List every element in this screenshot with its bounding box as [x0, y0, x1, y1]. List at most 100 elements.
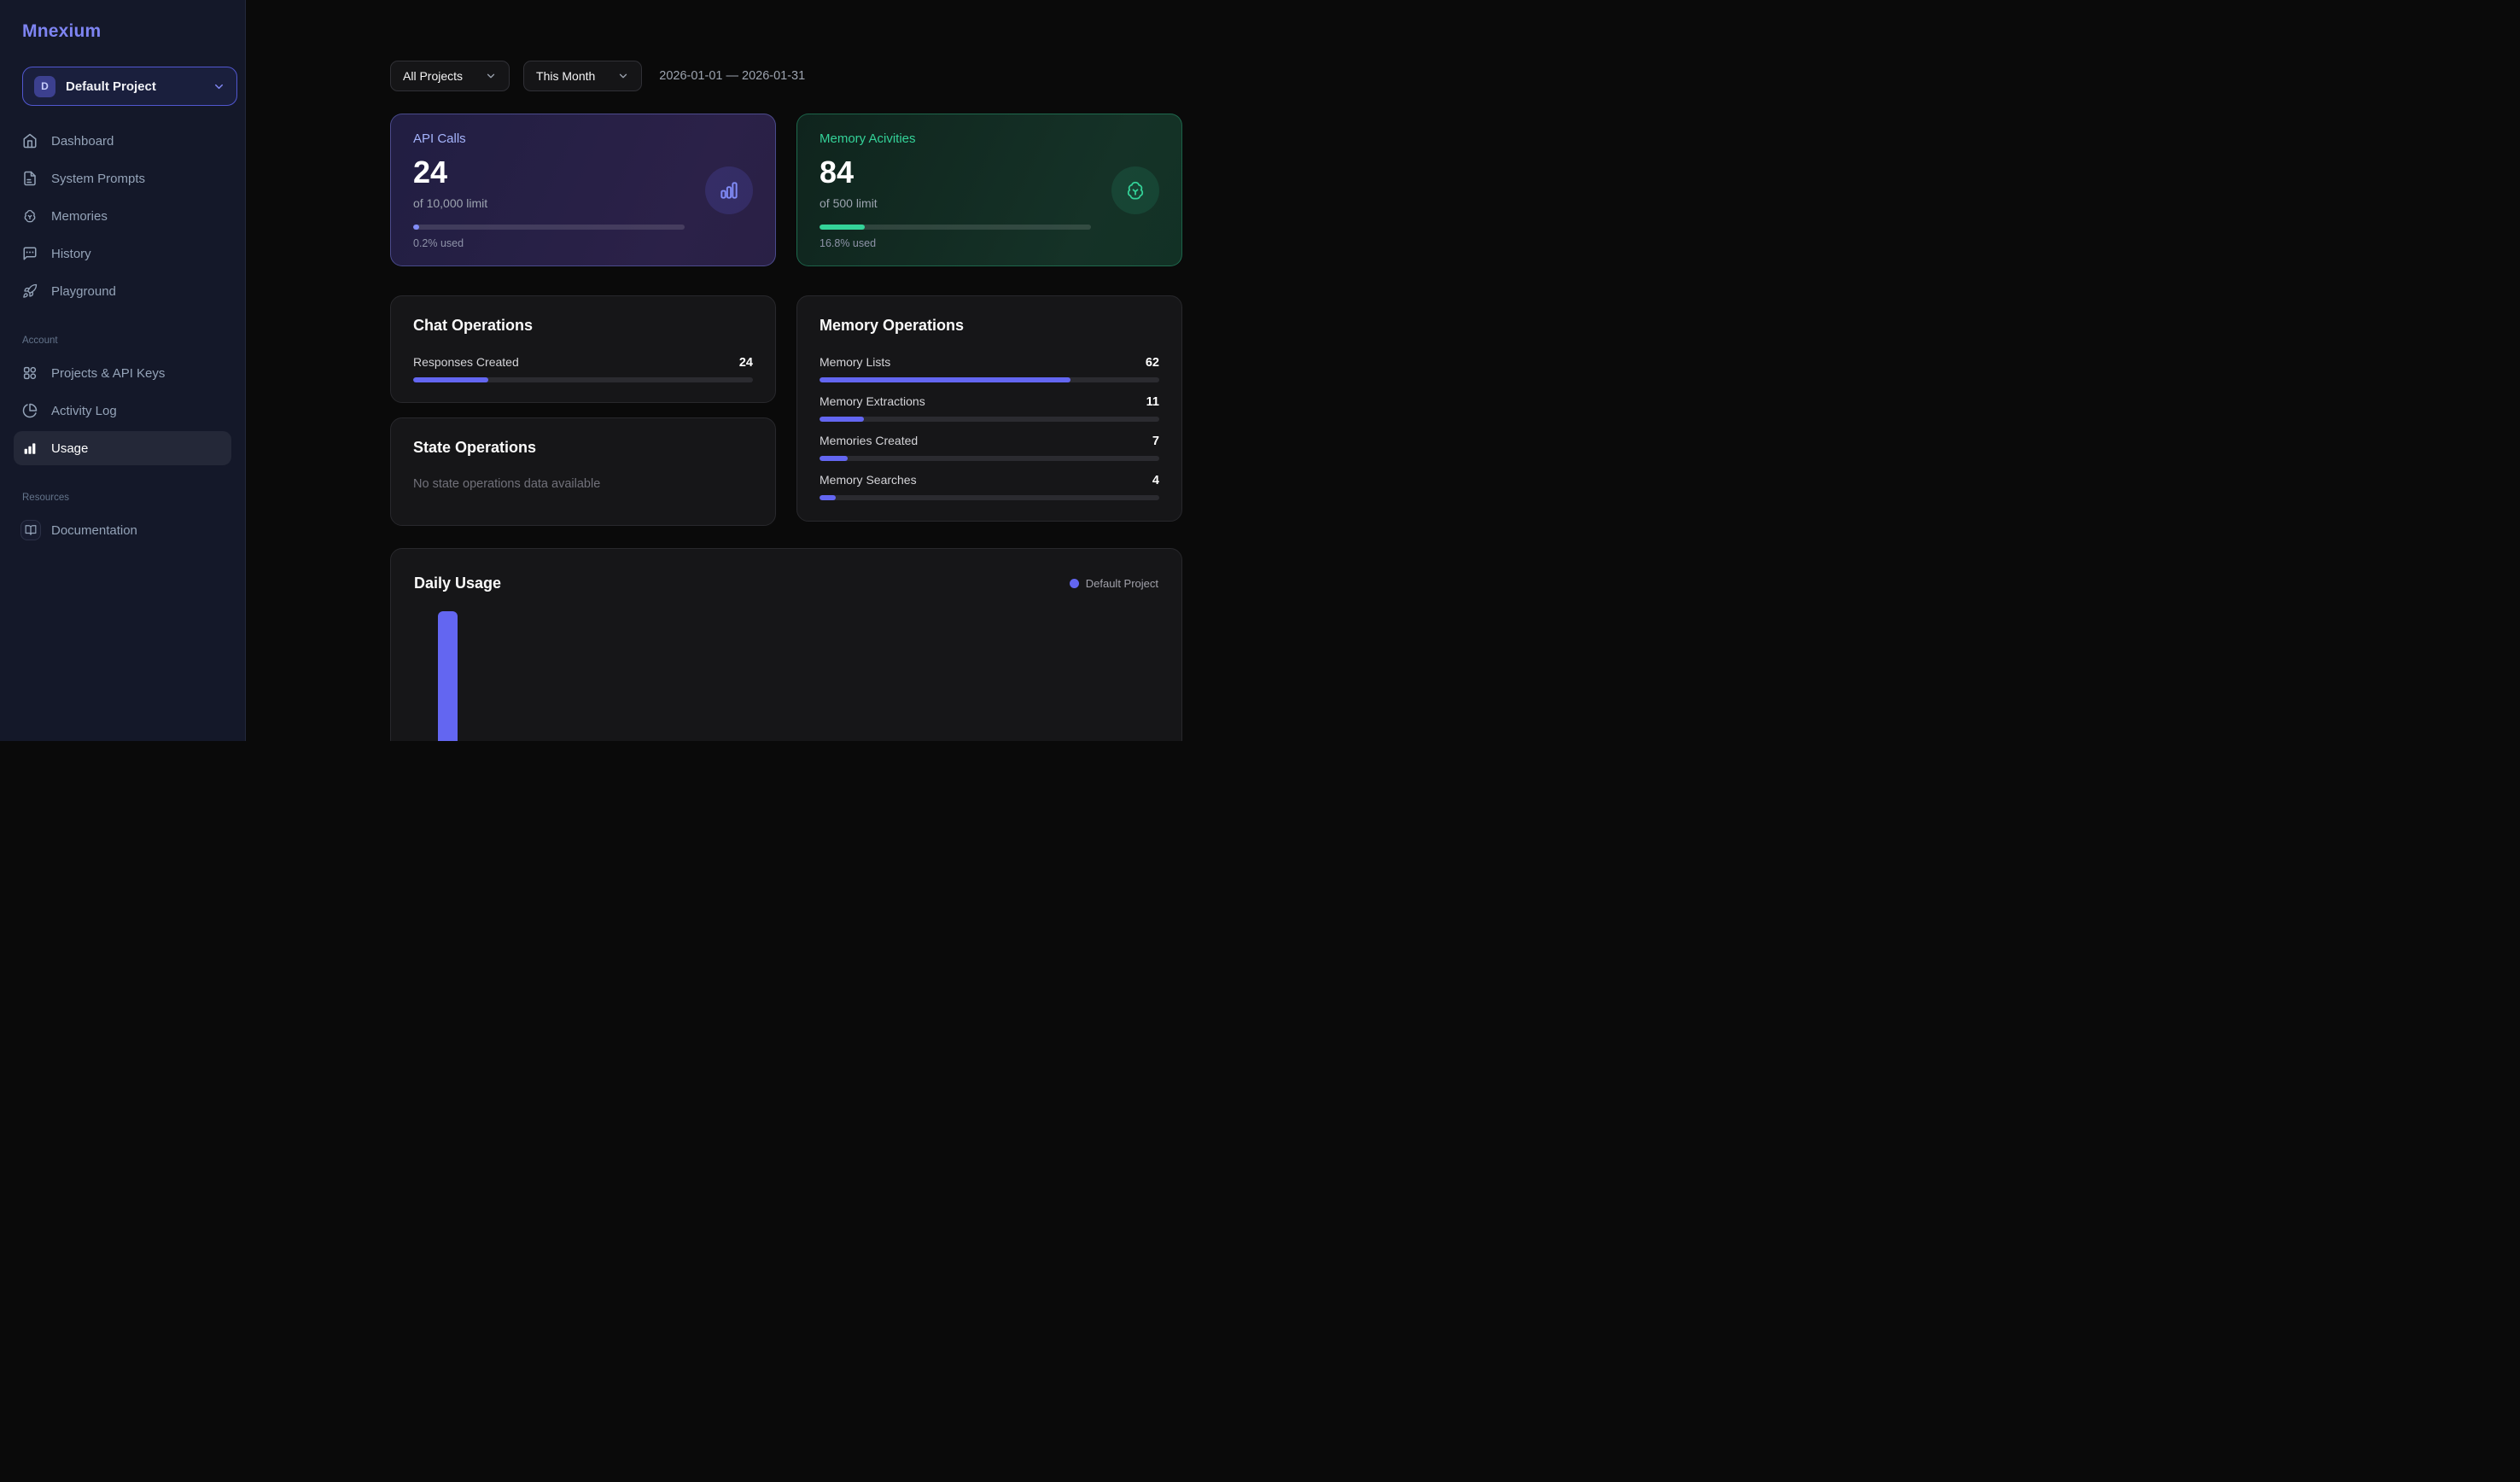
- memory-activities-card: Memory Acivities 84 of 500 limit 16.8% u…: [796, 114, 1182, 266]
- app-window: Mnexium D Default Project Dashboard Syst…: [0, 0, 1260, 741]
- stat-progress-track: [820, 377, 1159, 382]
- message-square-icon: [22, 246, 38, 261]
- project-selector-label: Default Project: [66, 79, 213, 94]
- sidebar-item-label: Activity Log: [51, 404, 117, 418]
- chart-legend: Default Project: [1070, 577, 1158, 590]
- sidebar-section-account: Account: [22, 335, 231, 346]
- pie-chart-icon: [22, 403, 38, 418]
- daily-usage-bar: [438, 611, 458, 741]
- sidebar-item-documentation[interactable]: Documentation: [14, 513, 231, 547]
- sidebar-item-label: Usage: [51, 441, 88, 456]
- api-calls-percent-label: 0.2% used: [413, 237, 685, 249]
- api-calls-card: API Calls 24 of 10,000 limit 0.2% used: [390, 114, 776, 266]
- stat-label: Memories Created: [820, 434, 918, 447]
- usage-page: All Projects This Month 2026-01-01 — 202…: [390, 61, 1182, 741]
- sidebar-item-label: Documentation: [51, 523, 137, 538]
- stat-label: Memory Searches: [820, 473, 917, 487]
- operations-section: Chat Operations Responses Created 24: [390, 295, 1182, 526]
- chevron-down-icon: [617, 70, 629, 82]
- stat-progress-track: [820, 456, 1159, 461]
- book-open-icon: [20, 520, 41, 540]
- date-range-label: 2026-01-01 — 2026-01-31: [659, 69, 805, 83]
- stat-progress-fill: [413, 377, 488, 382]
- sidebar-item-activity-log[interactable]: Activity Log: [14, 394, 231, 428]
- chat-operations-title: Chat Operations: [413, 317, 753, 335]
- memory-activities-title: Memory Acivities: [820, 131, 1091, 146]
- chevron-down-icon: [485, 70, 497, 82]
- stat-progress-fill: [820, 417, 864, 422]
- sidebar-item-projects-api-keys[interactable]: Projects & API Keys: [14, 356, 231, 390]
- stat-progress-fill: [820, 495, 836, 500]
- stat-value: 4: [1152, 474, 1159, 487]
- sidebar-item-label: Memories: [51, 209, 108, 224]
- stat-progress-fill: [820, 377, 1070, 382]
- daily-usage-title: Daily Usage: [414, 575, 501, 592]
- legend-label: Default Project: [1086, 577, 1158, 590]
- stat-value: 11: [1146, 395, 1159, 409]
- stat-label: Memory Lists: [820, 355, 890, 369]
- brain-icon: [22, 208, 38, 224]
- stat-row: Memory Extractions 11: [820, 394, 1159, 422]
- api-calls-card-body: API Calls 24 of 10,000 limit 0.2% used: [413, 131, 685, 249]
- api-calls-progress-fill: [413, 225, 419, 230]
- api-calls-limit: of 10,000 limit: [413, 196, 685, 210]
- memory-activities-percent-label: 16.8% used: [820, 237, 1091, 249]
- state-operations-title: State Operations: [413, 439, 753, 457]
- main-area: All Projects This Month 2026-01-01 — 202…: [246, 0, 1260, 741]
- stat-progress-fill: [820, 456, 848, 461]
- sidebar-item-label: Playground: [51, 284, 116, 299]
- sidebar-item-playground[interactable]: Playground: [14, 274, 231, 308]
- sidebar-item-memories[interactable]: Memories: [14, 199, 231, 233]
- file-text-icon: [22, 171, 38, 186]
- sidebar-item-system-prompts[interactable]: System Prompts: [14, 161, 231, 195]
- summary-cards: API Calls 24 of 10,000 limit 0.2% used: [390, 114, 1182, 266]
- sidebar-item-usage[interactable]: Usage: [14, 431, 231, 465]
- bar-chart-icon: [22, 441, 38, 456]
- memory-activities-progress-track: [820, 225, 1091, 230]
- sidebar-nav: Dashboard System Prompts Memories Histor…: [14, 124, 231, 547]
- stat-row: Memories Created 7: [820, 434, 1159, 461]
- stat-value: 24: [739, 356, 753, 370]
- sidebar-item-label: History: [51, 247, 91, 261]
- daily-usage-chart: [414, 611, 1158, 741]
- project-filter-dropdown[interactable]: All Projects: [390, 61, 510, 91]
- daily-usage-card: Daily Usage Default Project: [390, 548, 1182, 741]
- rocket-icon: [22, 283, 38, 299]
- state-operations-empty-message: No state operations data available: [413, 477, 753, 491]
- sidebar: Mnexium D Default Project Dashboard Syst…: [0, 0, 246, 741]
- period-filter-value: This Month: [536, 69, 595, 83]
- sidebar-item-label: Dashboard: [51, 134, 114, 149]
- stat-row: Memory Searches 4: [820, 473, 1159, 500]
- bar-chart-outline-icon: [705, 166, 753, 214]
- sidebar-section-resources: Resources: [22, 493, 231, 503]
- memory-activities-value: 84: [820, 157, 1091, 188]
- brain-icon: [1111, 166, 1159, 214]
- sidebar-item-label: Projects & API Keys: [51, 366, 165, 381]
- stat-progress-track: [820, 417, 1159, 422]
- layout-grid-icon: [22, 365, 38, 381]
- home-icon: [22, 133, 38, 149]
- memory-operations-card: Memory Operations Memory Lists 62 Memory…: [796, 295, 1182, 522]
- sidebar-item-dashboard[interactable]: Dashboard: [14, 124, 231, 158]
- project-selector[interactable]: D Default Project: [22, 67, 237, 106]
- stat-progress-track: [413, 377, 753, 382]
- stat-value: 7: [1152, 435, 1159, 448]
- chat-operations-card: Chat Operations Responses Created 24: [390, 295, 776, 403]
- api-calls-title: API Calls: [413, 131, 685, 146]
- stat-progress-track: [820, 495, 1159, 500]
- state-operations-card: State Operations No state operations dat…: [390, 417, 776, 526]
- chevron-down-icon: [213, 80, 225, 93]
- memory-activities-card-body: Memory Acivities 84 of 500 limit 16.8% u…: [820, 131, 1091, 249]
- project-filter-value: All Projects: [403, 69, 463, 83]
- memory-activities-limit: of 500 limit: [820, 196, 1091, 210]
- api-calls-progress-track: [413, 225, 685, 230]
- period-filter-dropdown[interactable]: This Month: [523, 61, 642, 91]
- app-logo: Mnexium: [22, 21, 231, 42]
- operations-left-column: Chat Operations Responses Created 24: [390, 295, 776, 526]
- sidebar-item-label: System Prompts: [51, 172, 145, 186]
- sidebar-item-history[interactable]: History: [14, 236, 231, 271]
- stat-value: 62: [1146, 356, 1159, 370]
- filter-bar: All Projects This Month 2026-01-01 — 202…: [390, 61, 1182, 91]
- stat-label: Memory Extractions: [820, 394, 925, 408]
- stat-row: Responses Created 24: [413, 355, 753, 382]
